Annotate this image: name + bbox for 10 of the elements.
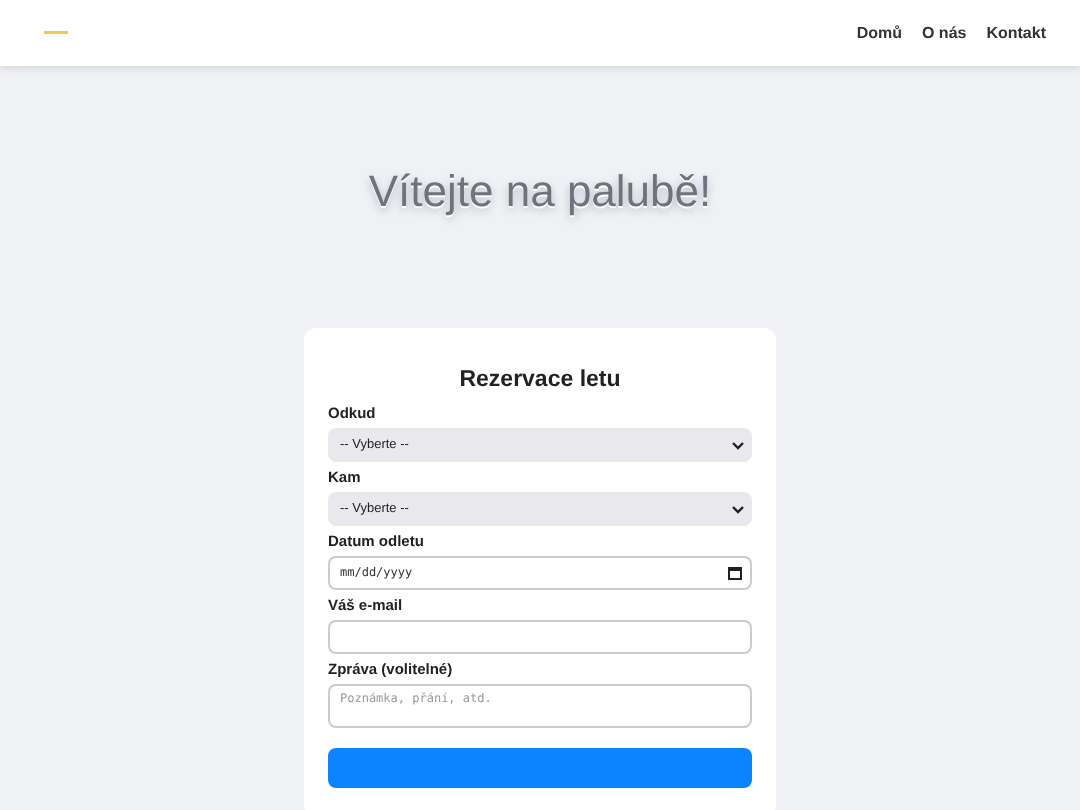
email-field[interactable] [328, 620, 752, 654]
nav-link[interactable]: Domů [856, 24, 902, 42]
calendar-icon[interactable] [728, 566, 742, 580]
hero-title: Vítejte na palubě! [368, 166, 712, 218]
form-title: Rezervace letu [457, 368, 623, 392]
chevron-down-icon [732, 441, 744, 449]
chevron-down-icon [732, 505, 744, 513]
nav-link[interactable]: Kontakt [986, 24, 1046, 42]
submit-button[interactable] [328, 748, 752, 788]
nav-link[interactable]: O nás [921, 24, 967, 42]
